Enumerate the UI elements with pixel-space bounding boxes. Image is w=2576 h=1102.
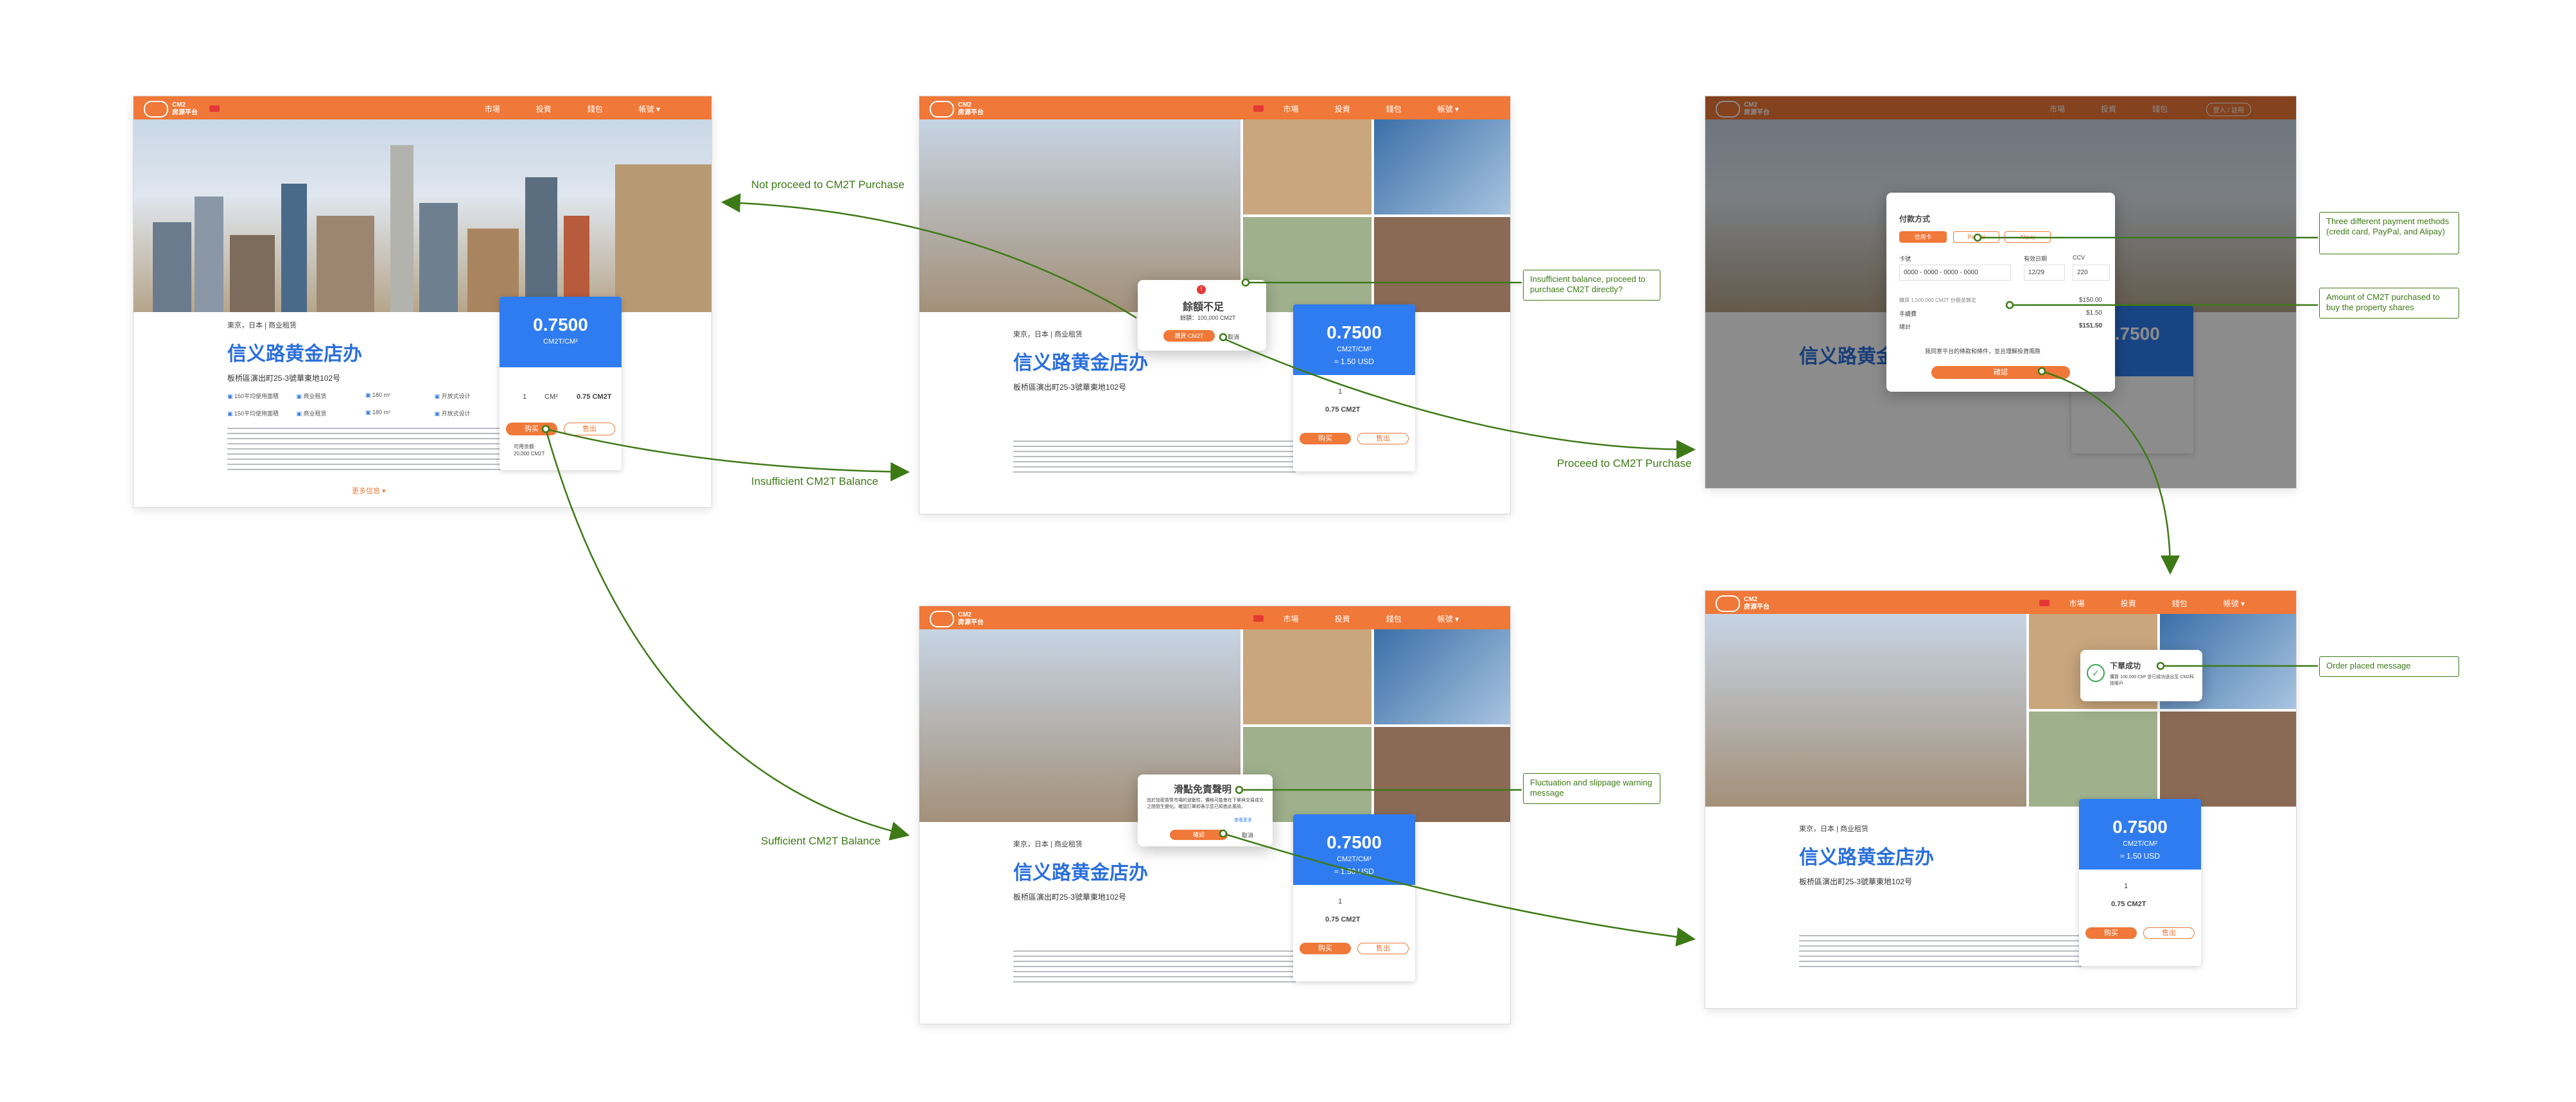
annotation-payment-methods: Three different payment methods (credit … [2319,212,2459,254]
annotation-insufficient: Insufficient balance, proceed to purchas… [1523,270,1660,301]
annotation-amount: Amount of CM2T purchased to buy the prop… [2319,288,2459,319]
annotation-slippage: Fluctuation and slippage warning message [1523,773,1660,804]
flow-to-order [2041,370,2180,575]
flow-sufficient [544,428,910,841]
flow-insufficient [545,428,910,482]
annotation-order-placed: Order placed message [2319,656,2459,677]
flow-label-insufficient: Insufficient CM2T Balance [751,475,878,487]
flow-arrows [541,193,2318,947]
flow-proceed [1219,336,1696,459]
flow-not-proceed [721,193,1137,319]
flow-label-sufficient: Sufficient CM2T Balance [761,835,881,847]
flow-label-not-proceed: Not proceed to CM2T Purchase [751,179,905,191]
flow-label-proceed: Proceed to CM2T Purchase [1557,457,1692,469]
flow-disclaimer-order [1223,832,1696,947]
